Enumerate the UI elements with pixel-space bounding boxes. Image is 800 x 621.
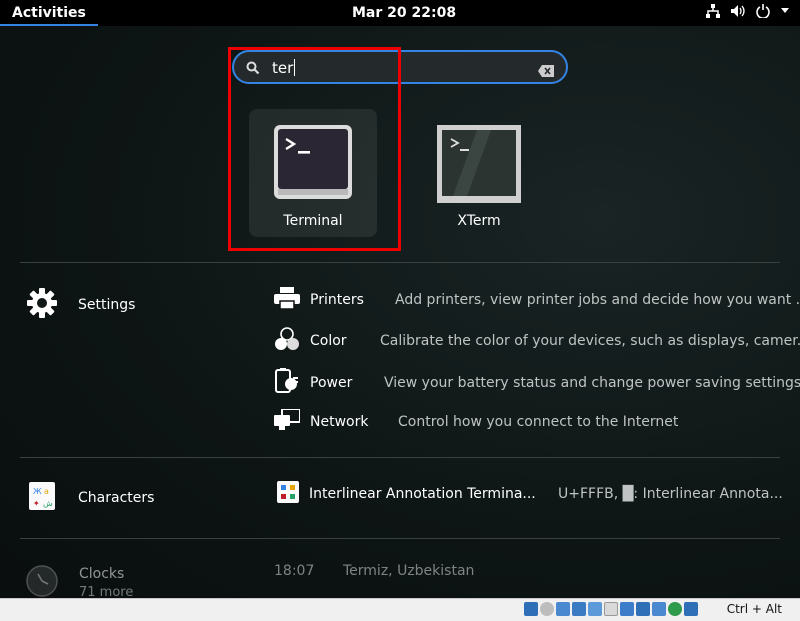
vbox-status-bar: Ctrl + Alt xyxy=(0,598,800,621)
activities-button[interactable]: Activities xyxy=(0,0,98,26)
characters-app-icon: Жa ✦ ش xyxy=(26,482,58,514)
annotation-highlight-box xyxy=(228,47,401,251)
usb-icon[interactable] xyxy=(588,602,602,616)
clear-icon[interactable] xyxy=(538,62,554,81)
volume-icon xyxy=(730,4,746,18)
character-icon xyxy=(277,481,299,507)
result-name: Printers xyxy=(310,292,364,308)
printer-icon xyxy=(274,287,300,313)
provider-label: Characters xyxy=(78,490,155,506)
shared-folders-icon[interactable] xyxy=(604,602,618,616)
clock-time: 18:07 xyxy=(274,563,315,579)
mouse-integration-icon[interactable] xyxy=(668,602,682,616)
host-key-label: Ctrl + Alt xyxy=(726,602,782,616)
power-menu-icon xyxy=(756,4,770,18)
result-printers[interactable]: Printers Add printers, view printer jobs… xyxy=(274,287,800,313)
color-icon xyxy=(274,327,300,355)
app-label: XTerm xyxy=(457,213,501,229)
recording-icon[interactable] xyxy=(636,602,650,616)
network-adapter-icon[interactable] xyxy=(572,602,586,616)
network-wired-icon xyxy=(706,4,720,18)
top-bar: Activities Mar 20 22:08 xyxy=(0,0,800,26)
separator xyxy=(20,538,780,539)
settings-gear-icon xyxy=(26,287,58,323)
result-name: Power xyxy=(310,375,353,391)
svg-text:Ж: Ж xyxy=(33,487,42,496)
result-description: U+FFFB, █: Interlinear Annota... xyxy=(558,486,783,502)
clocks-icon xyxy=(26,565,58,601)
keyboard-icon[interactable] xyxy=(684,602,698,616)
network-icon xyxy=(274,408,301,435)
result-name: Color xyxy=(310,333,347,349)
power-icon xyxy=(274,368,300,398)
xterm-icon xyxy=(437,125,521,207)
svg-text:✦: ✦ xyxy=(33,499,40,508)
clock-button[interactable]: Mar 20 22:08 xyxy=(352,0,456,26)
result-character[interactable]: Interlinear Annotation Termina... U+FFFB… xyxy=(277,481,783,507)
provider-clocks[interactable]: Clocks 71 more 18:07 Termiz, Uzbekistan xyxy=(26,563,786,603)
audio-icon[interactable] xyxy=(556,602,570,616)
zoom-icon[interactable] xyxy=(524,602,538,616)
result-description: Add printers, view printer jobs and deci… xyxy=(395,292,800,308)
optical-drive-icon[interactable] xyxy=(540,602,554,616)
svg-text:ش: ش xyxy=(43,499,53,508)
provider-label: Settings xyxy=(78,297,136,313)
system-tray[interactable] xyxy=(706,4,790,18)
result-description: Calibrate the color of your devices, suc… xyxy=(380,333,800,349)
provider-characters[interactable]: Жa ✦ ش Characters xyxy=(26,482,154,514)
provider-label: Clocks xyxy=(79,566,125,582)
app-xterm[interactable]: XTerm xyxy=(415,109,543,237)
separator xyxy=(20,262,780,263)
result-name: Interlinear Annotation Termina... xyxy=(309,486,536,502)
provider-settings[interactable]: Settings xyxy=(26,287,135,323)
chevron-down-icon xyxy=(780,7,790,15)
cpu-icon[interactable] xyxy=(652,602,666,616)
result-name: Network xyxy=(310,414,369,430)
result-description: Control how you connect to the Internet xyxy=(398,414,679,430)
clock-location: Termiz, Uzbekistan xyxy=(343,563,475,579)
result-network[interactable]: Network Control how you connect to the I… xyxy=(274,408,678,435)
result-power[interactable]: Power View your battery status and chang… xyxy=(274,368,800,398)
svg-text:a: a xyxy=(44,487,49,496)
display-icon[interactable] xyxy=(620,602,634,616)
result-description: View your battery status and change powe… xyxy=(384,375,800,391)
result-color[interactable]: Color Calibrate the color of your device… xyxy=(274,327,800,355)
separator xyxy=(20,457,780,458)
